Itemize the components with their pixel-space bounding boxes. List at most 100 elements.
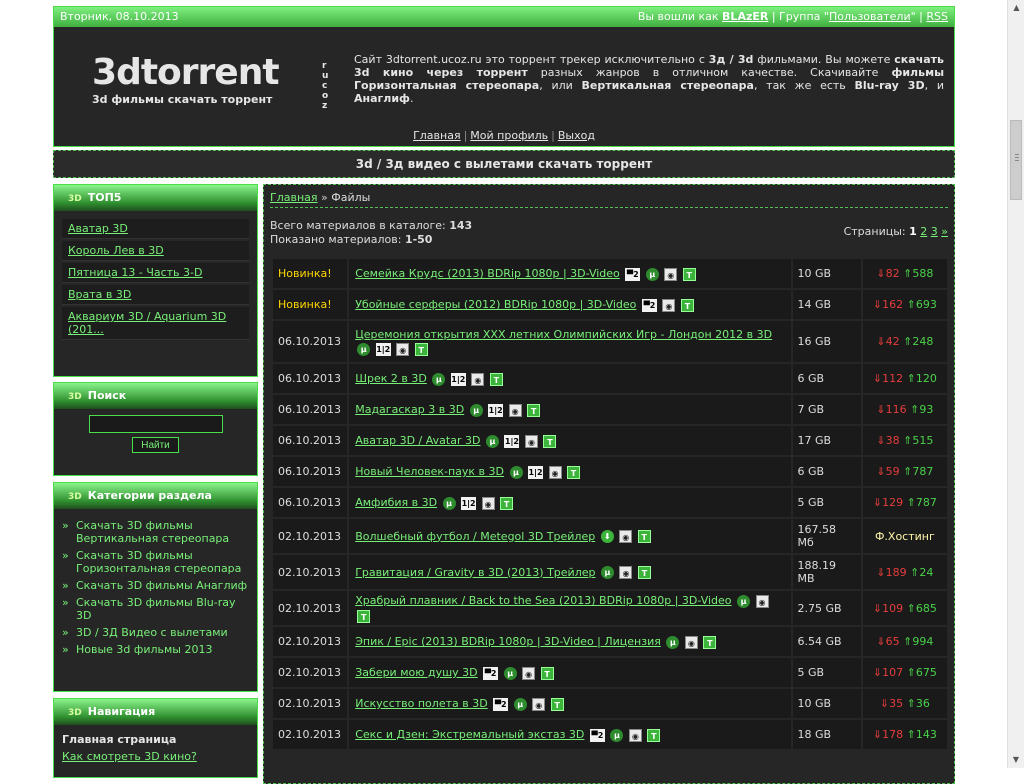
top5-item[interactable]: Врата в 3D xyxy=(62,285,249,305)
category-link[interactable]: Скачать 3D фильмы Вертикальная стереопар… xyxy=(76,519,229,545)
category-link[interactable]: Скачать 3D фильмы Blu-ray 3D xyxy=(76,596,236,622)
category-link[interactable]: Скачать 3D фильмы Анаглиф xyxy=(76,579,247,592)
scrollbar-thumb[interactable] xyxy=(1010,120,1022,200)
file-title-link[interactable]: Шрек 2 в 3D xyxy=(355,372,427,385)
file-size: 5 GB xyxy=(792,658,861,687)
category-item[interactable]: » Скачать 3D фильмы Горизонтальная стерео… xyxy=(62,549,249,575)
file-title-link[interactable]: Эпик / Epic (2013) BDRip 1080p | 3D-Vide… xyxy=(355,635,661,648)
screenshot-eye-icon[interactable]: ◉ xyxy=(532,697,546,711)
torrent-t-icon[interactable]: T xyxy=(543,434,557,448)
search-button[interactable]: Найти xyxy=(132,437,179,453)
top5-item[interactable]: Аквариум 3D / Aquarium 3D (201... xyxy=(62,307,249,340)
torrent-t-icon[interactable]: T xyxy=(414,343,428,356)
download-icon[interactable]: ⬇ xyxy=(600,530,614,543)
pager-link[interactable]: 2 xyxy=(920,225,927,238)
group-link[interactable]: Пользователи xyxy=(829,10,911,23)
file-size: 6 GB xyxy=(792,364,861,393)
table-row: 06.10.2013 Церемония открытия XXX летних … xyxy=(273,321,947,362)
torrent-t-icon[interactable]: T xyxy=(567,465,580,479)
file-title-cell: Гравитация / Gravity в 3D (2013) Трейлер… xyxy=(349,555,791,589)
category-item[interactable]: » Новые 3d фильмы 2013 xyxy=(62,643,249,656)
nav-profile-link[interactable]: Мой профиль xyxy=(470,129,548,142)
nav-link[interactable]: Как смотреть 3D кино? xyxy=(62,750,197,763)
screenshot-eye-icon[interactable]: ◉ xyxy=(664,267,678,281)
file-date: 02.10.2013 xyxy=(273,627,348,656)
file-title-link[interactable]: Искусство полета в 3D xyxy=(355,697,487,710)
pager-link[interactable]: 3 xyxy=(931,225,938,238)
file-title-link[interactable]: Амфибия в 3D xyxy=(355,496,437,509)
torrent-t-icon[interactable]: T xyxy=(527,403,541,417)
breadcrumb: Главная » Файлы xyxy=(270,191,370,204)
nav-home-link[interactable]: Главная xyxy=(413,129,461,142)
file-title-link[interactable]: Аватар 3D / Avatar 3D xyxy=(355,434,480,447)
seeders-arrow-icon: ⇑ xyxy=(903,601,916,615)
file-size: 6.54 GB xyxy=(792,627,861,656)
file-title-link[interactable]: Забери мою душу 3D xyxy=(355,666,477,679)
user-link[interactable]: BLAzER xyxy=(722,10,768,23)
torrent-t-icon[interactable]: T xyxy=(637,566,651,579)
file-title-link[interactable]: Секс и Дзен: Экстремальный экстаз 3D xyxy=(355,728,584,741)
file-title-link[interactable]: Мадагаскар 3 в 3D xyxy=(355,403,464,416)
scroll-up-arrow-icon[interactable]: ▲ xyxy=(1008,0,1024,16)
category-item[interactable]: » 3D / 3Д Видео с вылетами xyxy=(62,626,249,639)
table-row: 06.10.2013 Новый Человек-паук в 3D µ 1|2 … xyxy=(273,457,947,486)
category-link[interactable]: Новые 3d фильмы 2013 xyxy=(76,643,212,656)
leechers-arrow-icon: ⇓ xyxy=(876,465,886,478)
screenshot-eye-icon[interactable]: ◉ xyxy=(684,635,698,649)
screenshot-eye-icon[interactable]: ◉ xyxy=(471,372,485,386)
files-table: Новинка! Семейка Крудс (2013) BDRip 1080p… xyxy=(271,257,949,751)
screenshot-eye-icon[interactable]: ◉ xyxy=(662,298,676,312)
screenshot-eye-icon[interactable]: ◉ xyxy=(524,434,538,448)
top5-item[interactable]: Аватар 3D xyxy=(62,219,249,239)
screenshot-eye-icon[interactable]: ◉ xyxy=(548,465,562,479)
file-title-link[interactable]: Церемония открытия XXX летних Олимпийски… xyxy=(355,328,772,341)
nav-separator: | xyxy=(463,129,468,142)
site-logo[interactable]: 3dtorrent 3d фильмы скачать торрент ru c… xyxy=(92,55,328,119)
scroll-down-arrow-icon[interactable]: ▼ xyxy=(1008,752,1024,768)
screenshot-eye-icon[interactable]: ◉ xyxy=(619,530,633,543)
screenshot-eye-icon[interactable]: ◉ xyxy=(755,594,769,608)
torrent-t-icon[interactable]: T xyxy=(680,298,694,312)
torrent-t-icon[interactable]: T xyxy=(500,496,514,510)
torrent-t-icon[interactable]: T xyxy=(489,372,503,386)
pager-next-link[interactable]: » xyxy=(941,225,948,238)
scrollbar[interactable]: ▲ ▼ xyxy=(1007,0,1024,768)
torrent-t-icon[interactable]: T xyxy=(550,697,564,711)
nav-logout-link[interactable]: Выход xyxy=(558,129,595,142)
screenshot-eye-icon[interactable]: ◉ xyxy=(619,566,633,579)
torrent-t-icon[interactable]: T xyxy=(703,635,717,649)
leechers-count: 178 xyxy=(882,728,904,741)
leechers-arrow-icon: ⇓ xyxy=(872,496,883,509)
category-item[interactable]: » Скачать 3D фильмы Вертикальная стереопа… xyxy=(62,519,249,545)
top5-item[interactable]: Король Лев в 3D xyxy=(62,241,249,261)
screenshot-eye-icon[interactable]: ◉ xyxy=(628,728,642,742)
file-title-link[interactable]: Новый Человек-паук в 3D xyxy=(355,465,504,478)
category-link[interactable]: Скачать 3D фильмы Горизонтальная стереоп… xyxy=(76,549,241,575)
category-link[interactable]: 3D / 3Д Видео с вылетами xyxy=(76,626,228,639)
torrent-t-icon[interactable]: T xyxy=(637,530,651,543)
file-size: 17 GB xyxy=(792,426,861,455)
breadcrumb-home[interactable]: Главная xyxy=(270,191,318,204)
top5-item[interactable]: Пятница 13 - Часть 3-D xyxy=(62,263,249,283)
file-title-link[interactable]: Храбрый плавник / Back to the Sea (2013)… xyxy=(355,594,731,607)
leechers-count: 42 xyxy=(885,335,900,348)
screenshot-eye-icon[interactable]: ◉ xyxy=(522,666,536,680)
screenshot-eye-icon[interactable]: ◉ xyxy=(508,403,522,417)
torrent-t-icon[interactable]: T xyxy=(647,728,661,742)
file-title-link[interactable]: Волшебный футбол / Metegol 3D Трейлер xyxy=(355,530,595,543)
page-title: 3d / 3д видео с вылетами скачать торрент xyxy=(53,150,955,178)
category-item[interactable]: » Скачать 3D фильмы Анаглиф xyxy=(62,579,249,592)
file-size: 167.58 Мб xyxy=(792,519,861,553)
rss-link[interactable]: RSS xyxy=(926,10,948,23)
screenshot-eye-icon[interactable]: ◉ xyxy=(481,496,495,510)
file-title-link[interactable]: Семейка Крудс (2013) BDRip 1080p | 3D-Vi… xyxy=(355,267,620,280)
torrent-t-icon[interactable]: T xyxy=(357,609,371,623)
category-item[interactable]: » Скачать 3D фильмы Blu-ray 3D xyxy=(62,596,249,622)
file-title-link[interactable]: Убойные серферы (2012) BDRip 1080p | 3D-… xyxy=(355,298,636,311)
file-title-link[interactable]: Гравитация / Gravity в 3D (2013) Трейлер xyxy=(355,566,595,579)
torrent-t-icon[interactable]: T xyxy=(682,267,696,281)
double-arrow-icon: » xyxy=(62,579,69,592)
torrent-t-icon[interactable]: T xyxy=(540,666,554,680)
screenshot-eye-icon[interactable]: ◉ xyxy=(396,343,410,356)
search-input[interactable] xyxy=(88,415,223,433)
